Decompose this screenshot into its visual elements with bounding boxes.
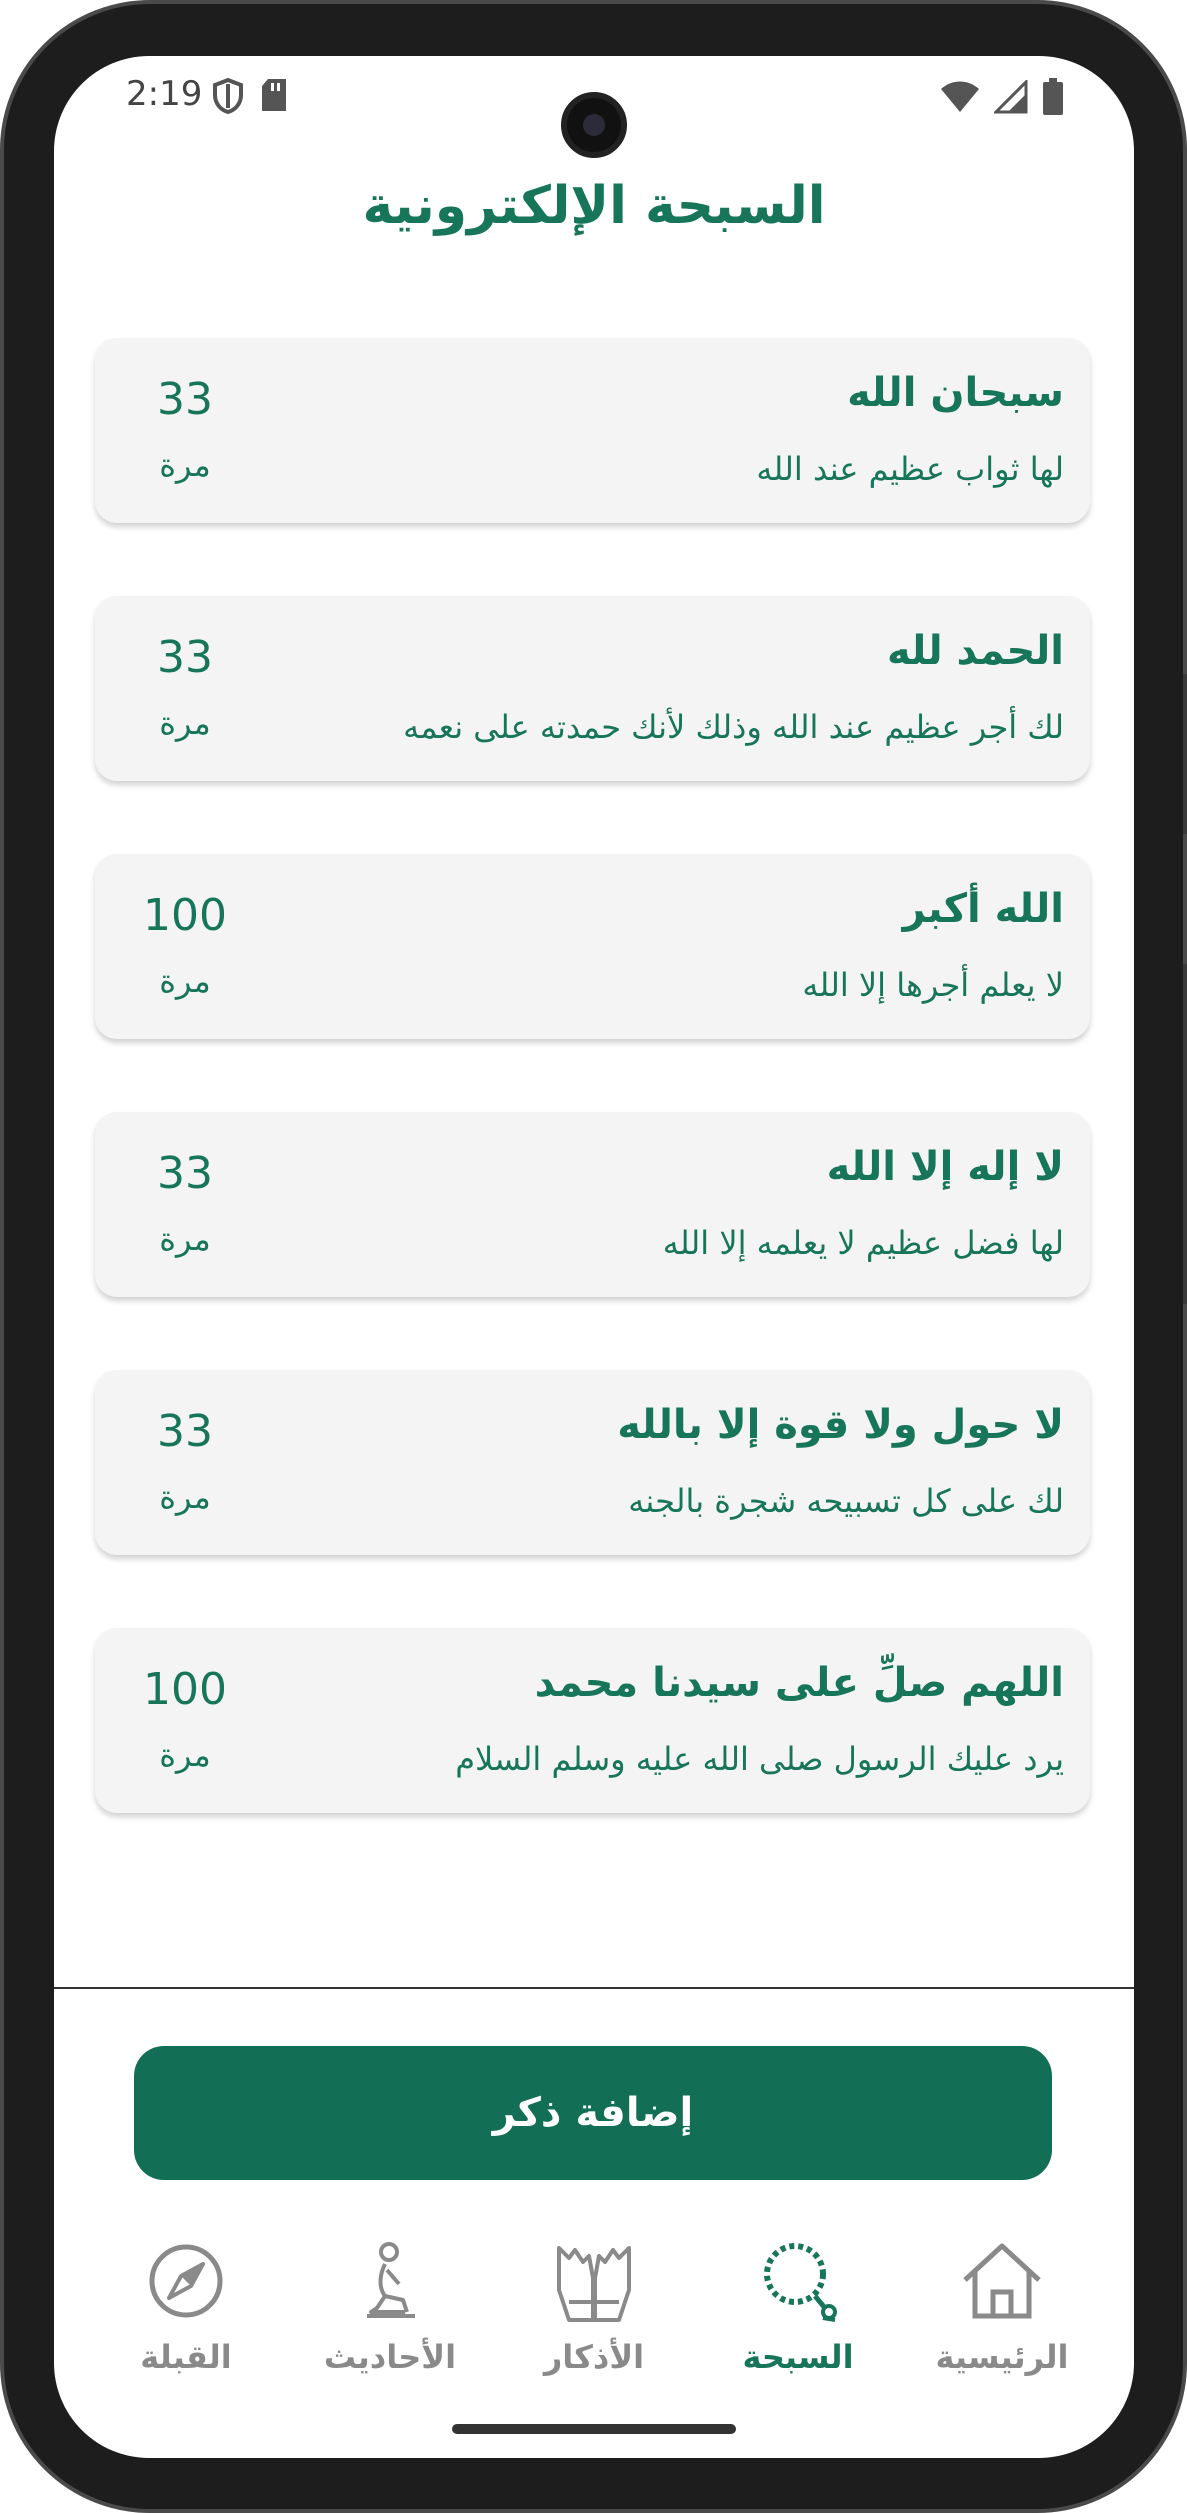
status-time: 2:19 <box>126 74 203 114</box>
shield-icon <box>213 78 243 114</box>
dhikr-count-unit: مرة <box>159 1220 211 1258</box>
screen: 2:19 السبحة الإلكترونية سبحان الله لها ث… <box>54 56 1134 2458</box>
sd-card-icon <box>262 79 286 111</box>
dhikr-card[interactable]: سبحان الله لها ثواب عظيم عند الله 33 مرة <box>95 338 1090 523</box>
phone-frame: 2:19 السبحة الإلكترونية سبحان الله لها ث… <box>0 0 1187 2513</box>
dhikr-card[interactable]: الحمد لله لك أجر عظيم عند الله وذلك لأنك… <box>95 596 1090 781</box>
dhikr-count-unit: مرة <box>159 704 211 742</box>
volume-button <box>1183 674 1187 834</box>
nav-item-qibla[interactable]: القبلة <box>91 2220 281 2400</box>
nav-item-hadith[interactable]: الأحاديث <box>295 2220 485 2400</box>
compass-icon <box>149 2244 223 2318</box>
dhikr-description: لا يعلم أجرها إلا الله <box>802 966 1064 1004</box>
dhikr-title: سبحان الله <box>847 370 1064 416</box>
dhikr-count-unit: مرة <box>159 1736 211 1774</box>
dhikr-card[interactable]: اللهم صلِّ على سيدنا محمد يرد عليك الرسو… <box>95 1628 1090 1813</box>
dhikr-title: لا إله إلا الله <box>826 1144 1064 1190</box>
nav-label: القبلة <box>140 2338 232 2376</box>
dhikr-count: 100 <box>143 890 227 941</box>
dhikr-title: الله أكبر <box>902 886 1064 932</box>
dhikr-count: 33 <box>157 374 213 425</box>
dhikr-count: 100 <box>143 1664 227 1715</box>
dhikr-count: 33 <box>157 632 213 683</box>
wifi-icon <box>941 81 979 112</box>
dhikr-title: الحمد لله <box>886 628 1064 674</box>
dhikr-description: لك على كل تسبيحه شجرة بالجنه <box>628 1482 1064 1520</box>
dhikr-count-unit: مرة <box>159 962 211 1000</box>
dhikr-count: 33 <box>157 1148 213 1199</box>
dhikr-count-unit: مرة <box>159 446 211 484</box>
prayer-beads-icon <box>764 2243 837 2322</box>
dhikr-description: لها فضل عظيم لا يعلمه إلا الله <box>662 1224 1064 1262</box>
dhikr-count: 33 <box>157 1406 213 1457</box>
front-camera <box>561 92 627 158</box>
dhikr-description: لك أجر عظيم عند الله وذلك لأنك حمدته على… <box>403 708 1064 746</box>
nav-item-adhkar[interactable]: الأذكار <box>499 2220 689 2400</box>
status-right-icons <box>940 78 1064 116</box>
battery-icon <box>1043 78 1063 115</box>
dhikr-card[interactable]: لا حول ولا قوة إلا بالله لك على كل تسبيح… <box>95 1370 1090 1555</box>
dhikr-description: يرد عليك الرسول صلى الله عليه وسلم السلا… <box>455 1740 1064 1778</box>
praying-person-icon <box>367 2242 415 2318</box>
page-title: السبحة الإلكترونية <box>362 176 826 236</box>
nav-label: السبحة <box>742 2338 854 2376</box>
signal-icon <box>994 80 1028 114</box>
dhikr-card[interactable]: الله أكبر لا يعلم أجرها إلا الله 100 مرة <box>95 854 1090 1039</box>
nav-label: الرئيسية <box>935 2338 1069 2376</box>
nav-label: الأذكار <box>543 2338 645 2376</box>
dhikr-card[interactable]: لا إله إلا الله لها فضل عظيم لا يعلمه إل… <box>95 1112 1090 1297</box>
status-left-icons <box>212 78 288 114</box>
divider <box>54 1987 1134 1989</box>
bottom-nav: الرئيسية السبحة الأذكار الأحاديث القبلة <box>54 2220 1134 2400</box>
dhikr-title: لا حول ولا قوة إلا بالله <box>617 1402 1064 1448</box>
home-icon <box>963 2243 1041 2319</box>
dhikr-count-unit: مرة <box>159 1478 211 1516</box>
dhikr-description: لها ثواب عظيم عند الله <box>756 450 1064 488</box>
dhikr-list: سبحان الله لها ثواب عظيم عند الله 33 مرة… <box>95 338 1090 1886</box>
home-indicator[interactable] <box>452 2424 736 2434</box>
nav-label: الأحاديث <box>323 2338 457 2376</box>
praying-hands-icon <box>557 2246 631 2322</box>
nav-item-tasbih[interactable]: السبحة <box>703 2220 893 2400</box>
add-dhikr-button[interactable]: إضافة ذكر <box>134 2046 1052 2180</box>
power-button <box>1183 964 1187 1304</box>
dhikr-title: اللهم صلِّ على سيدنا محمد <box>534 1660 1064 1706</box>
nav-item-home[interactable]: الرئيسية <box>907 2220 1097 2400</box>
